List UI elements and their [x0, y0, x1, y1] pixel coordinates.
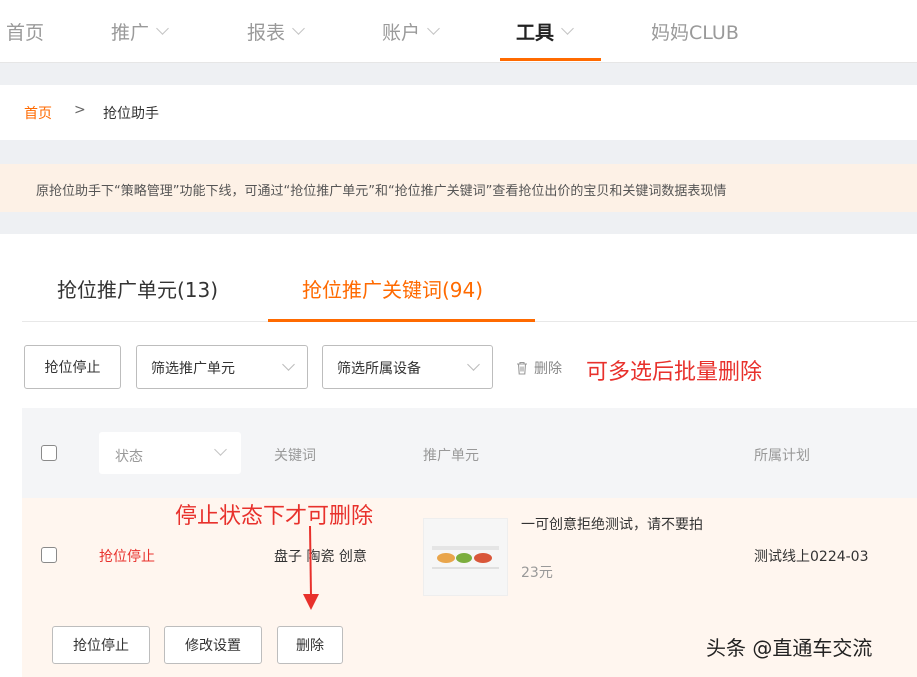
nav-reports-label: 报表: [247, 21, 286, 44]
delete-label: 删除: [534, 361, 562, 377]
chevron-down-icon: [561, 22, 574, 35]
nav-promotion-label: 推广: [111, 21, 150, 44]
top-nav: 首页 推广 报表 账户 工具 妈妈CLUB: [0, 0, 917, 63]
nav-account-label: 账户: [382, 21, 421, 44]
filter-device-select[interactable]: 筛选所属设备: [322, 345, 493, 389]
nav-reports[interactable]: 报表: [247, 14, 305, 48]
nav-home-label: 首页: [6, 21, 45, 44]
trash-icon: [516, 361, 528, 375]
table-row: 抢位停止 盘子 陶瓷 创意 一可创意拒绝测试，请不要拍 23元 测试线上0224…: [22, 498, 917, 614]
stop-first-annotation: 停止状态下才可删除: [175, 504, 374, 529]
red-arrow-icon: [303, 526, 319, 610]
row-plan[interactable]: 测试线上0224-03: [754, 546, 869, 566]
chevron-down-icon: [156, 22, 169, 35]
chevron-down-icon: [427, 22, 440, 35]
nav-tools-label: 工具: [516, 21, 555, 44]
status-filter-select[interactable]: 状态: [99, 432, 241, 474]
table-header: 状态 关键词 推广单元 所属计划: [22, 408, 917, 498]
batch-delete-annotation: 可多选后批量删除: [586, 360, 763, 385]
watermark: 头条 @直通车交流: [706, 636, 873, 660]
filter-device-label: 筛选所属设备: [337, 361, 421, 377]
status-header: 状态: [115, 449, 143, 465]
tab-active-underline: [268, 319, 535, 322]
filter-unit-select[interactable]: 筛选推广单元: [136, 345, 308, 389]
row-edit-settings-button[interactable]: 修改设置: [164, 626, 262, 664]
notice-banner: 原抢位助手下“策略管理”功能下线，可通过“抢位推广单元”和“抢位推广关键词”查看…: [0, 164, 917, 212]
notice-text: 原抢位助手下“策略管理”功能下线，可通过“抢位推广单元”和“抢位推广关键词”查看…: [36, 184, 727, 199]
chevron-down-icon: [292, 22, 305, 35]
nav-mama-club-label: 妈妈CLUB: [651, 21, 739, 44]
unit-header: 推广单元: [423, 448, 479, 464]
product-thumbnail: [423, 518, 508, 596]
nav-tools[interactable]: 工具: [516, 14, 574, 48]
chevron-down-icon: [467, 358, 480, 371]
nav-mama-club[interactable]: 妈妈CLUB: [651, 14, 739, 48]
select-all-checkbox[interactable]: [41, 445, 57, 461]
nav-active-underline: [500, 58, 601, 61]
row-unit-price: 23元: [521, 565, 553, 581]
nav-home[interactable]: 首页: [6, 14, 44, 48]
breadcrumb-home-link[interactable]: 首页: [24, 103, 52, 123]
stop-bidding-button[interactable]: 抢位停止: [24, 345, 121, 389]
row-status: 抢位停止: [99, 549, 155, 565]
delete-button[interactable]: 删除: [516, 358, 562, 378]
row-delete-button[interactable]: 删除: [277, 626, 343, 664]
keyword-header: 关键词: [274, 448, 316, 464]
row-unit-title[interactable]: 一可创意拒绝测试，请不要拍: [521, 514, 731, 537]
main-panel: 抢位推广单元(13) 抢位推广关键词(94) 抢位停止 筛选推广单元 筛选所属设…: [0, 234, 917, 677]
nav-account[interactable]: 账户: [382, 14, 440, 48]
chevron-down-icon: [214, 443, 227, 456]
row-checkbox[interactable]: [41, 547, 57, 563]
nav-promotion[interactable]: 推广: [111, 14, 169, 48]
chevron-down-icon: [282, 358, 295, 371]
row-stop-bidding-button[interactable]: 抢位停止: [52, 626, 150, 664]
plan-header: 所属计划: [754, 448, 810, 464]
filter-unit-label: 筛选推广单元: [151, 361, 235, 377]
breadcrumb-separator: >: [74, 102, 86, 118]
tab-promotion-keywords[interactable]: 抢位推广关键词(94): [302, 274, 483, 303]
tab-promotion-units[interactable]: 抢位推广单元(13): [57, 274, 218, 303]
breadcrumb: 首页 > 抢位助手: [0, 85, 917, 140]
breadcrumb-current: 抢位助手: [103, 106, 159, 122]
